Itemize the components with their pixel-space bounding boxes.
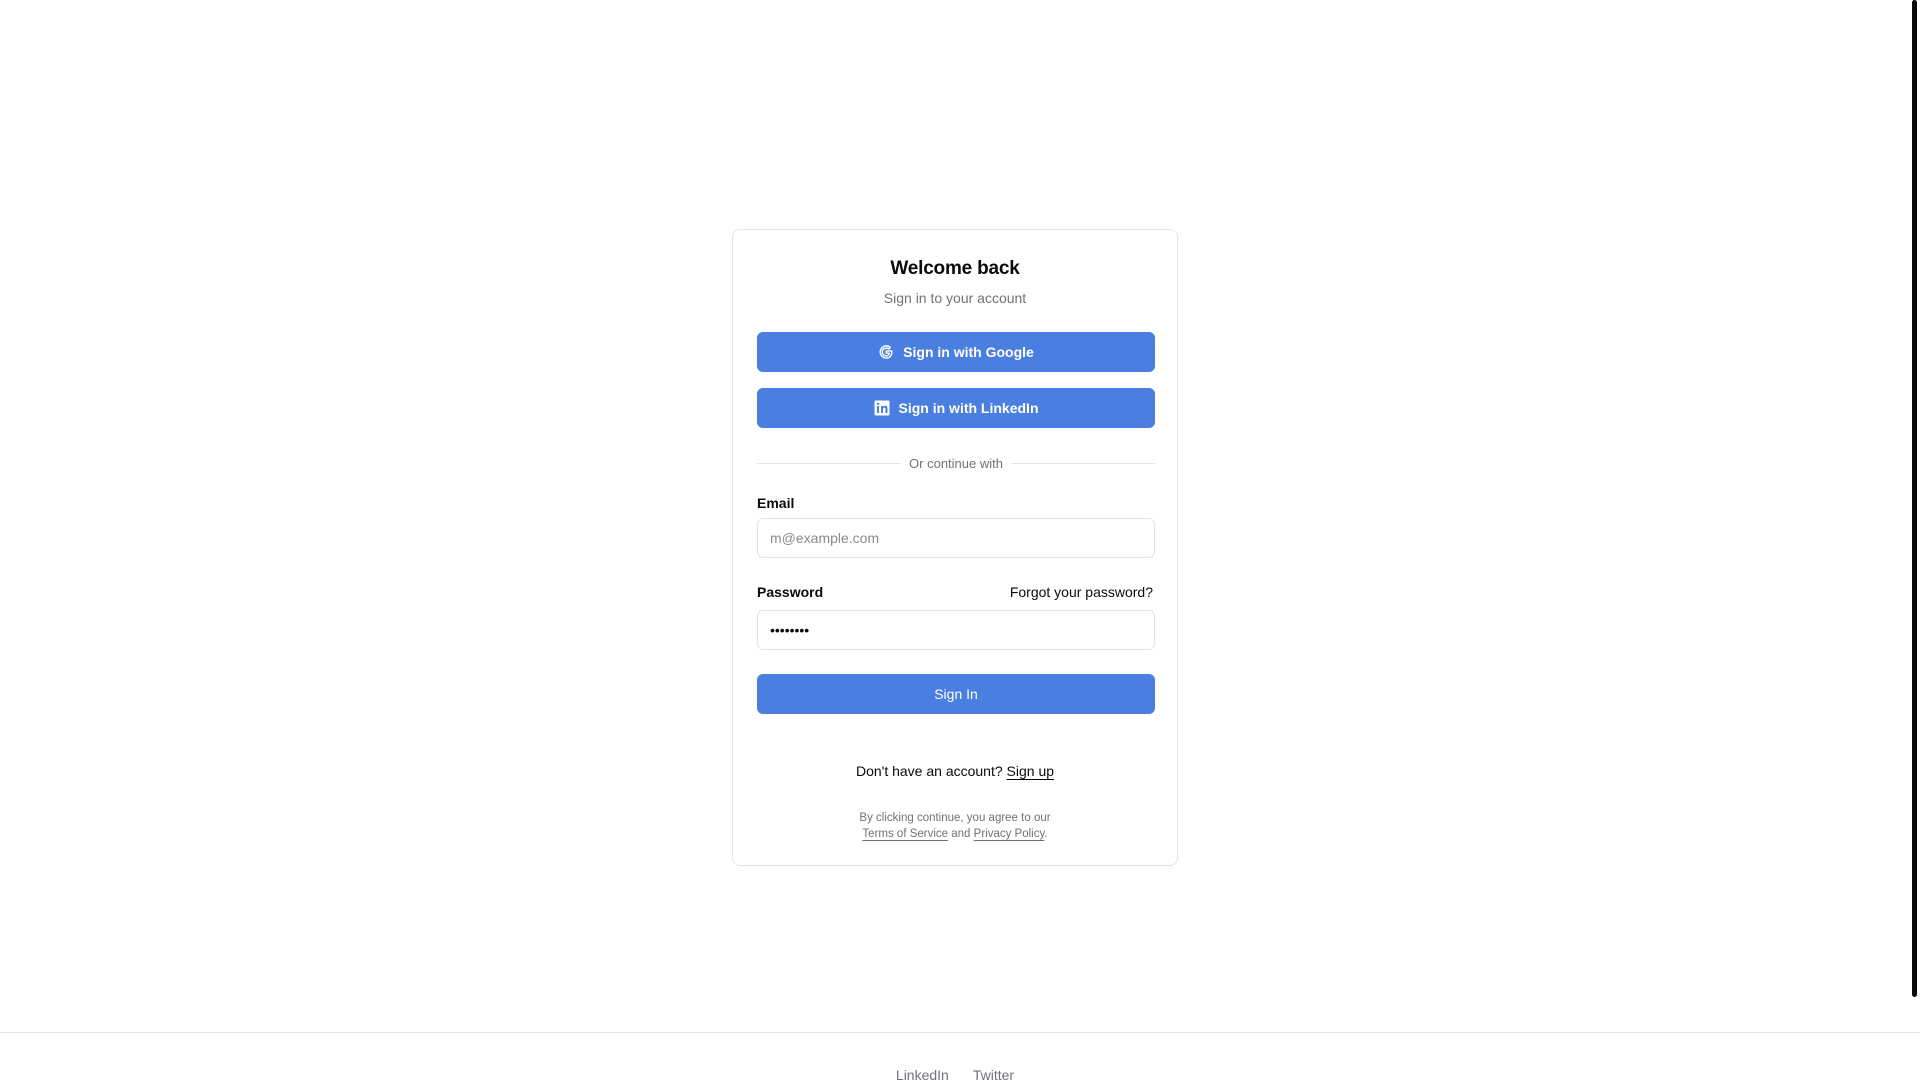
divider-line-right	[1010, 462, 1155, 464]
signup-prompt: Don't have an account?	[855, 763, 1003, 779]
login-card: Welcome back Sign in to your account Sig…	[732, 229, 1178, 866]
email-label: Email	[757, 495, 795, 511]
footer-link-linkedin[interactable]: LinkedIn	[896, 1067, 949, 1080]
divider-line-left	[757, 462, 902, 464]
email-field[interactable]	[757, 518, 1155, 558]
terms-of-service-link[interactable]: Terms of Service	[862, 828, 948, 840]
footer-link-twitter[interactable]: Twitter	[973, 1067, 1014, 1080]
footer: LinkedIn Twitter	[0, 1032, 1920, 1080]
page-title: Welcome back	[890, 258, 1020, 279]
linkedin-icon	[874, 400, 890, 416]
google-icon	[878, 344, 894, 360]
sign-up-link[interactable]: Sign up	[1007, 763, 1054, 779]
privacy-policy-link[interactable]: Privacy Policy	[974, 828, 1045, 840]
page: Welcome back Sign in to your account Sig…	[0, 0, 1920, 1080]
legal-conjunction: and	[951, 828, 971, 840]
main-area: Welcome back Sign in to your account Sig…	[0, 0, 1910, 1032]
password-field[interactable]	[757, 610, 1155, 650]
or-divider: Or continue with	[757, 454, 1155, 472]
page-subtitle: Sign in to your account	[883, 290, 1027, 306]
password-label: Password	[757, 584, 824, 600]
divider-text: Or continue with	[909, 455, 1003, 471]
scrollbar-thumb[interactable]	[1912, 0, 1917, 997]
footer-links: LinkedIn Twitter	[0, 1067, 1910, 1080]
google-button-label: Sign in with Google	[903, 344, 1034, 360]
forgot-password-link[interactable]: Forgot your password?	[1010, 584, 1153, 600]
sign-in-with-google-button[interactable]: Sign in with Google	[757, 332, 1155, 372]
legal-suffix: .	[1044, 828, 1048, 840]
page-scrollbar[interactable]	[1910, 0, 1920, 1032]
signup-row: Don't have an account? Sign up	[733, 763, 1177, 779]
legal-notice: By clicking continue, you agree to our T…	[733, 810, 1177, 842]
sign-in-with-linkedin-button[interactable]: Sign in with LinkedIn	[757, 388, 1155, 428]
legal-prefix: By clicking continue, you agree to our	[859, 812, 1051, 824]
sign-in-button[interactable]: Sign In	[757, 674, 1155, 714]
linkedin-button-label: Sign in with LinkedIn	[898, 400, 1039, 416]
